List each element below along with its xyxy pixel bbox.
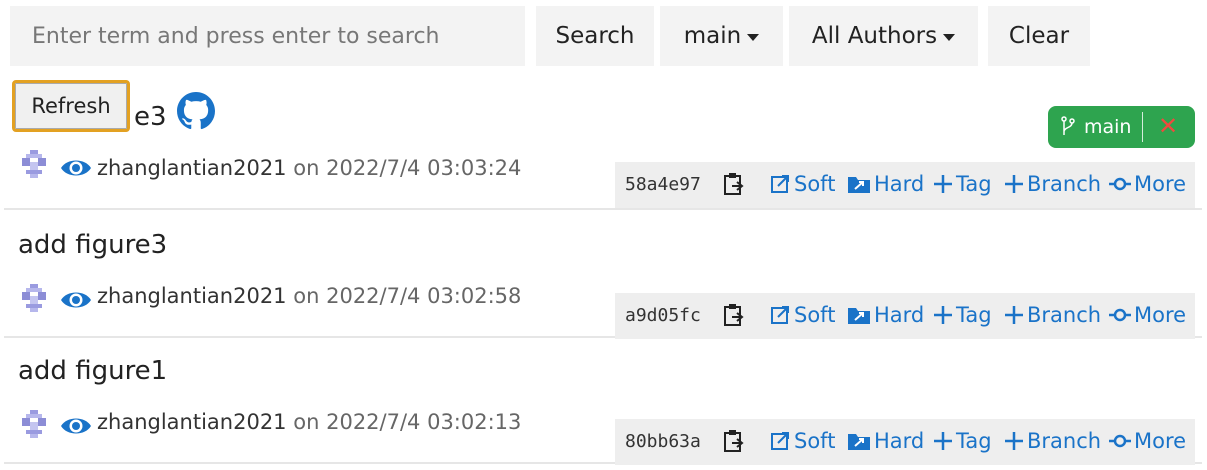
current-branch-badge: main ✕ <box>1048 106 1195 148</box>
add-branch-button[interactable]: Branch <box>1004 429 1101 453</box>
search-input[interactable] <box>10 6 525 66</box>
commit-date: 2022/7/4 03:03:24 <box>326 156 522 180</box>
current-branch-label: main <box>1084 116 1132 138</box>
soft-reset-button[interactable]: Soft <box>771 172 835 196</box>
commit-actions: 80bb63a Soft Hard Tag Branch More <box>615 419 1195 465</box>
toolbar: Search main All Authors Clear <box>0 6 1207 66</box>
commit-hash: a9d05fc <box>625 305 701 326</box>
hard-reset-button[interactable]: Hard <box>847 303 924 327</box>
add-tag-button[interactable]: Tag <box>933 429 992 453</box>
eye-icon[interactable] <box>60 156 92 184</box>
add-tag-button[interactable]: Tag <box>933 172 992 196</box>
clear-button[interactable]: Clear <box>988 6 1090 66</box>
author-name[interactable]: zhanglantian2021 <box>97 410 287 434</box>
github-icon[interactable] <box>177 92 215 130</box>
chevron-down-icon <box>943 34 956 41</box>
commit-author-line: zhanglantian2021 on 2022/7/4 03:03:24 <box>97 156 522 180</box>
more-button[interactable]: More <box>1109 429 1186 453</box>
refresh-button[interactable]: Refresh <box>12 80 130 132</box>
chevron-down-icon <box>747 34 760 41</box>
add-branch-button[interactable]: Branch <box>1004 172 1101 196</box>
eye-icon[interactable] <box>60 414 92 442</box>
divider <box>1142 112 1143 142</box>
commit-date: 2022/7/4 03:02:58 <box>326 284 522 308</box>
author-name[interactable]: zhanglantian2021 <box>97 156 287 180</box>
commit-hash: 80bb63a <box>625 431 701 452</box>
add-tag-button[interactable]: Tag <box>933 303 992 327</box>
add-branch-button[interactable]: Branch <box>1004 303 1101 327</box>
authors-dropdown[interactable]: All Authors <box>789 6 978 66</box>
search-button[interactable]: Search <box>536 6 654 66</box>
commit-title: e3 <box>134 102 167 132</box>
copy-hash-icon[interactable] <box>723 172 748 196</box>
avatar <box>18 410 50 442</box>
commit-title: add figure1 <box>18 356 168 386</box>
commit-hash: 58a4e97 <box>625 174 701 195</box>
commit-row: add figure3 zhanglantian2021 on 2022/7/4… <box>4 210 1202 339</box>
copy-hash-icon[interactable] <box>723 429 748 453</box>
more-button[interactable]: More <box>1109 172 1186 196</box>
commit-actions: a9d05fc Soft Hard Tag Branch More <box>615 293 1195 339</box>
copy-hash-icon[interactable] <box>723 303 748 327</box>
soft-reset-button[interactable]: Soft <box>771 303 835 327</box>
delete-branch-icon[interactable]: ✕ <box>1158 112 1178 140</box>
authors-dropdown-label: All Authors <box>811 23 938 49</box>
commit-date: 2022/7/4 03:02:13 <box>326 410 522 434</box>
avatar <box>18 150 50 182</box>
branch-dropdown[interactable]: main <box>660 6 783 66</box>
hard-reset-button[interactable]: Hard <box>847 429 924 453</box>
author-name[interactable]: zhanglantian2021 <box>97 284 287 308</box>
branch-dropdown-label: main <box>683 23 742 49</box>
commit-author-line: zhanglantian2021 on 2022/7/4 03:02:13 <box>97 410 522 434</box>
refresh-button-label: Refresh <box>31 94 111 118</box>
commit-title: add figure3 <box>18 230 168 260</box>
avatar <box>18 284 50 316</box>
soft-reset-button[interactable]: Soft <box>771 429 835 453</box>
commit-row: add figure1 zhanglantian2021 on 2022/7/4… <box>4 336 1202 465</box>
branch-icon <box>1061 116 1075 140</box>
hard-reset-button[interactable]: Hard <box>847 172 924 196</box>
clear-button-label: Clear <box>1008 23 1070 49</box>
commit-author-line: zhanglantian2021 on 2022/7/4 03:02:58 <box>97 284 522 308</box>
commit-actions: 58a4e97 Soft Hard Tag Branch More <box>615 162 1195 208</box>
more-button[interactable]: More <box>1109 303 1186 327</box>
eye-icon[interactable] <box>60 288 92 316</box>
search-button-label: Search <box>555 23 635 49</box>
